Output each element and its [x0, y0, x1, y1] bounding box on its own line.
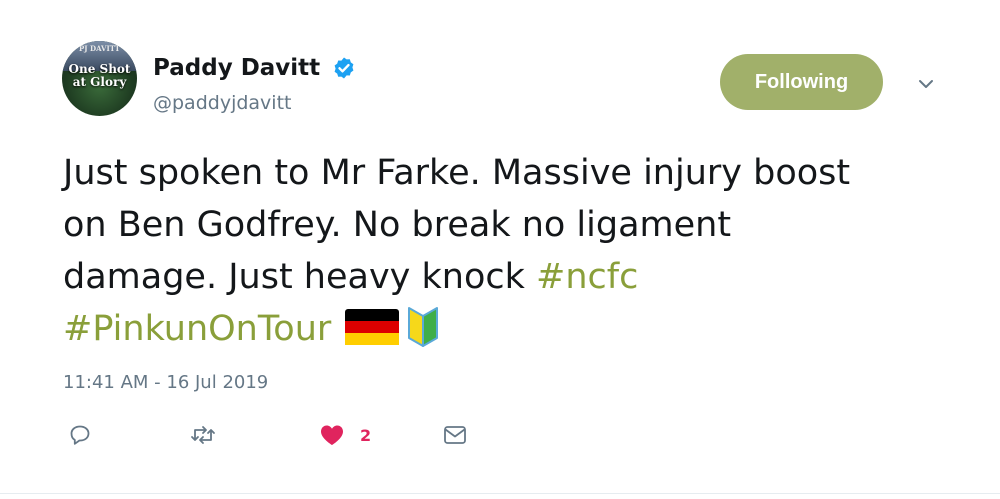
tweet-text: Just spoken to Mr Farke. Massive injury … — [63, 147, 963, 355]
verified-badge-icon — [334, 57, 354, 79]
avatar[interactable]: PJ DAVITT One Shot at Glory — [62, 41, 137, 116]
divider — [0, 493, 1000, 494]
reply-button[interactable] — [68, 420, 92, 450]
like-count: 2 — [360, 425, 372, 445]
avatar-logo-text: One Shot at Glory — [62, 63, 137, 89]
hashtag-link[interactable]: #PinkunOnTour — [63, 309, 331, 349]
avatar-logo-line2: at Glory — [72, 75, 127, 89]
like-button[interactable]: 2 — [318, 420, 371, 450]
direct-message-button[interactable] — [442, 420, 468, 450]
author-handle[interactable]: @paddyjdavitt — [153, 92, 291, 114]
tweet-text-segment: damage. Just heavy knock — [63, 257, 537, 297]
tweet-text-line: Just spoken to Mr Farke. Massive injury … — [63, 153, 851, 193]
following-button[interactable]: Following — [720, 54, 883, 110]
heart-icon — [321, 425, 343, 445]
tweet-text-line: #PinkunOnTour — [63, 303, 963, 355]
envelope-icon — [444, 426, 466, 444]
japanese-beginner-symbol-icon — [408, 307, 439, 347]
avatar-top-text: PJ DAVITT — [79, 44, 120, 53]
hashtag-link[interactable]: #ncfc — [536, 257, 638, 297]
author-name[interactable]: Paddy Davitt — [153, 55, 320, 81]
reply-icon — [70, 425, 90, 445]
chevron-down-icon[interactable] — [918, 78, 934, 90]
retweet-icon — [191, 426, 215, 444]
tweet-timestamp[interactable]: 11:41 AM - 16 Jul 2019 — [63, 372, 268, 393]
retweet-button[interactable] — [190, 420, 216, 450]
tweet-card: PJ DAVITT One Shot at Glory Paddy Davitt… — [0, 0, 1000, 499]
tweet-text-line: on Ben Godfrey. No break no ligament — [63, 205, 732, 245]
tweet-text-line: damage. Just heavy knock #ncfc — [63, 251, 963, 303]
flag-germany-icon — [345, 309, 400, 345]
